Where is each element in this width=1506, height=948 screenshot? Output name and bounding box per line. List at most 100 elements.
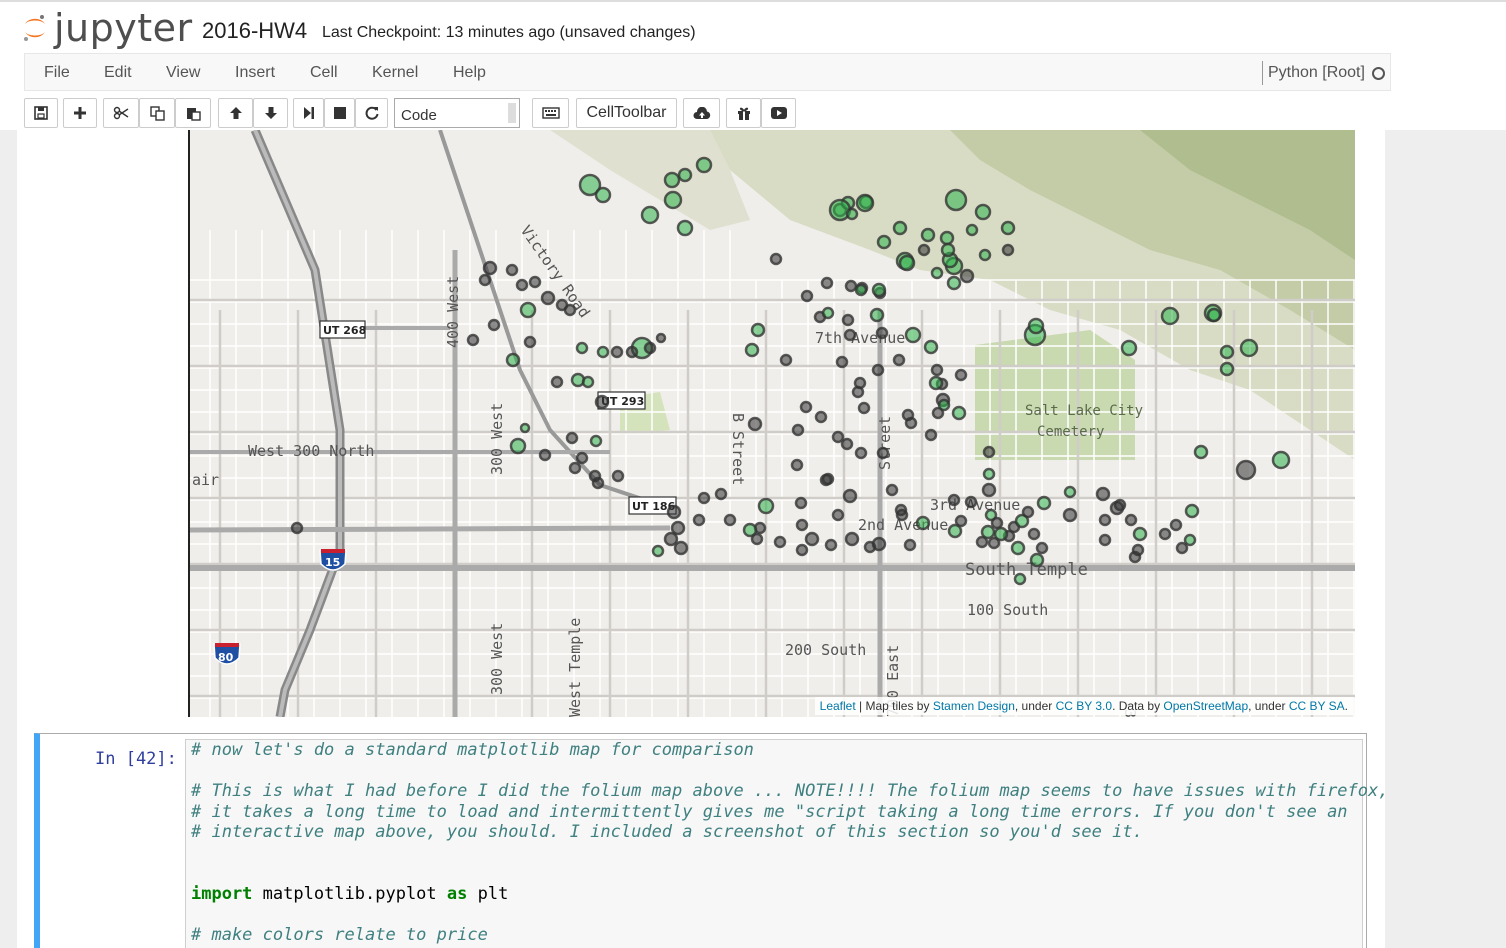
house-marker[interactable] <box>831 430 845 444</box>
house-marker[interactable] <box>854 283 868 297</box>
house-marker[interactable] <box>1184 503 1200 519</box>
celltoolbar-button[interactable]: CellToolbar <box>576 98 677 128</box>
house-marker[interactable] <box>596 345 610 359</box>
stamen-link[interactable]: Stamen Design <box>933 699 1015 713</box>
house-marker[interactable] <box>663 190 683 210</box>
house-marker[interactable] <box>800 289 814 303</box>
house-marker[interactable] <box>844 279 858 293</box>
house-marker[interactable] <box>742 522 758 538</box>
house-marker[interactable] <box>575 451 589 465</box>
house-marker[interactable] <box>982 467 996 481</box>
copy-button[interactable] <box>139 98 175 128</box>
cc-by-sa-link[interactable]: CC BY SA <box>1289 699 1345 713</box>
house-marker[interactable] <box>871 282 887 298</box>
paste-button[interactable] <box>175 98 211 128</box>
house-marker[interactable] <box>505 263 519 277</box>
house-marker[interactable] <box>1035 541 1049 555</box>
house-marker[interactable] <box>794 496 808 510</box>
house-marker[interactable] <box>677 167 693 183</box>
house-marker[interactable] <box>923 339 939 355</box>
publish-button[interactable] <box>683 98 720 128</box>
menu-insert[interactable]: Insert <box>235 64 275 82</box>
house-marker[interactable] <box>1219 361 1235 377</box>
house-marker[interactable] <box>673 540 689 556</box>
osm-link[interactable]: OpenStreetMap <box>1163 699 1248 713</box>
house-marker[interactable] <box>1120 339 1138 357</box>
house-marker[interactable] <box>747 416 763 432</box>
house-marker[interactable] <box>625 345 639 359</box>
house-marker[interactable] <box>819 473 833 487</box>
house-marker[interactable] <box>666 504 682 520</box>
cc-by-link[interactable]: CC BY 3.0 <box>1056 699 1112 713</box>
house-marker[interactable] <box>482 260 498 276</box>
house-marker[interactable] <box>550 375 564 389</box>
move-up-button[interactable] <box>218 98 253 128</box>
house-marker[interactable] <box>1124 513 1138 527</box>
menu-cell[interactable]: Cell <box>310 64 338 82</box>
house-marker[interactable] <box>589 434 603 448</box>
house-marker[interactable] <box>723 513 737 527</box>
house-marker[interactable] <box>519 422 531 434</box>
house-marker[interactable] <box>885 483 899 497</box>
house-marker[interactable] <box>695 156 713 174</box>
insert-cell-button[interactable] <box>63 98 97 128</box>
house-marker[interactable] <box>643 341 657 355</box>
house-marker[interactable] <box>1001 243 1015 257</box>
house-marker[interactable] <box>1036 495 1052 511</box>
house-marker[interactable] <box>959 268 975 284</box>
slideshow-button[interactable] <box>761 98 796 128</box>
house-marker[interactable] <box>655 332 667 344</box>
house-marker[interactable] <box>1158 527 1172 541</box>
house-marker[interactable] <box>831 508 845 522</box>
house-marker[interactable] <box>1235 459 1257 481</box>
house-marker[interactable] <box>869 307 885 323</box>
cut-button[interactable] <box>103 98 139 128</box>
house-marker[interactable] <box>1010 540 1026 556</box>
house-marker[interactable] <box>478 273 492 287</box>
house-marker[interactable] <box>915 515 931 531</box>
house-marker[interactable] <box>509 437 527 455</box>
house-marker[interactable] <box>903 538 917 552</box>
house-marker[interactable] <box>824 538 838 552</box>
house-marker[interactable] <box>876 446 890 460</box>
house-marker[interactable] <box>611 469 625 483</box>
notebook-name[interactable]: 2016-HW4 <box>202 18 307 44</box>
house-marker[interactable] <box>290 521 304 535</box>
house-marker[interactable] <box>842 488 858 504</box>
gift-button[interactable] <box>726 98 761 128</box>
house-marker[interactable] <box>898 254 916 272</box>
run-cell-button[interactable] <box>293 98 324 128</box>
house-marker[interactable] <box>1128 550 1142 564</box>
house-marker[interactable] <box>1013 572 1027 586</box>
move-down-button[interactable] <box>253 98 288 128</box>
house-marker[interactable] <box>944 188 968 212</box>
house-marker[interactable] <box>795 543 809 557</box>
house-marker[interactable] <box>895 508 909 522</box>
house-marker[interactable] <box>663 531 679 547</box>
house-marker[interactable] <box>814 410 828 424</box>
house-marker[interactable] <box>930 363 944 377</box>
jupyter-logo[interactable]: jupyter <box>22 6 193 50</box>
house-marker[interactable] <box>540 290 556 306</box>
house-marker[interactable] <box>821 306 835 320</box>
house-marker[interactable] <box>795 518 809 532</box>
map-canvas[interactable]: Victory Road 400 West 300 West West 300 … <box>190 130 1355 717</box>
house-marker[interactable] <box>670 520 686 536</box>
house-marker[interactable] <box>904 326 922 344</box>
house-marker[interactable] <box>924 428 938 442</box>
house-marker[interactable] <box>692 513 706 527</box>
house-marker[interactable] <box>804 531 820 547</box>
house-marker[interactable] <box>515 278 529 292</box>
house-marker[interactable] <box>799 400 813 414</box>
house-marker[interactable] <box>1063 485 1077 499</box>
house-marker[interactable] <box>505 352 521 368</box>
house-marker[interactable] <box>917 243 931 257</box>
house-marker[interactable] <box>744 342 760 358</box>
house-marker[interactable] <box>1206 307 1222 323</box>
notebook-container[interactable]: Victory Road 400 West 300 West West 300 … <box>17 130 1385 948</box>
house-marker[interactable] <box>757 497 775 515</box>
house-marker[interactable] <box>697 491 711 505</box>
house-marker[interactable] <box>1098 533 1112 547</box>
house-marker[interactable] <box>790 458 804 472</box>
house-marker[interactable] <box>954 514 968 528</box>
